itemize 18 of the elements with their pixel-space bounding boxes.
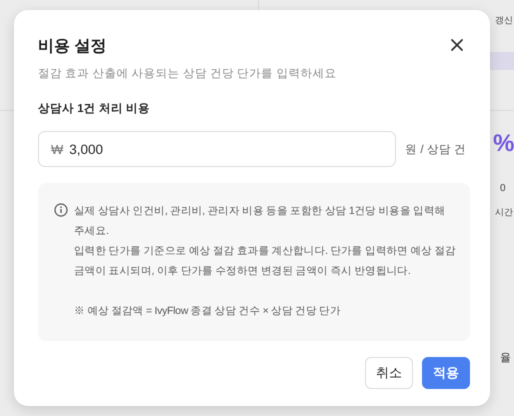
background-text: 0 [500, 183, 506, 194]
close-icon [450, 38, 464, 52]
cancel-button[interactable]: 취소 [365, 357, 413, 389]
info-icon [54, 203, 68, 217]
background-text: 갱신 [495, 14, 513, 27]
currency-symbol: ₩ [51, 142, 64, 156]
unit-label: 원 / 상담 건 [405, 142, 466, 156]
info-text: 실제 상담사 인건비, 관리비, 관리자 비용 등을 포함한 상담 1건당 비용을 입력해 주세요. [74, 204, 446, 239]
close-button[interactable] [448, 36, 466, 54]
apply-button[interactable]: 적용 [422, 357, 470, 389]
background-text: % [493, 130, 514, 158]
dialog-title: 비용 설정 [38, 37, 106, 57]
dialog-subtitle: 절감 효과 산출에 사용되는 상담 건당 단가를 입력하세요 [38, 67, 338, 81]
background-text: 율 [500, 351, 511, 365]
formula-text: ※ 예상 절감액 = IvyFlow 종결 상담 건수 × 상담 건당 단가 [74, 304, 342, 319]
field-label: 상담사 1건 처리 비용 [38, 102, 151, 116]
background-text: 시간 [495, 206, 513, 219]
info-text: 입력한 단가를 기준으로 예상 절감 효과를 계산합니다. 단가를 입력하면 예상 절감 금액이 표시되며, 이후 단가를 수정하면 변경된 금액이 즉시 반영됩니다. [74, 244, 457, 279]
